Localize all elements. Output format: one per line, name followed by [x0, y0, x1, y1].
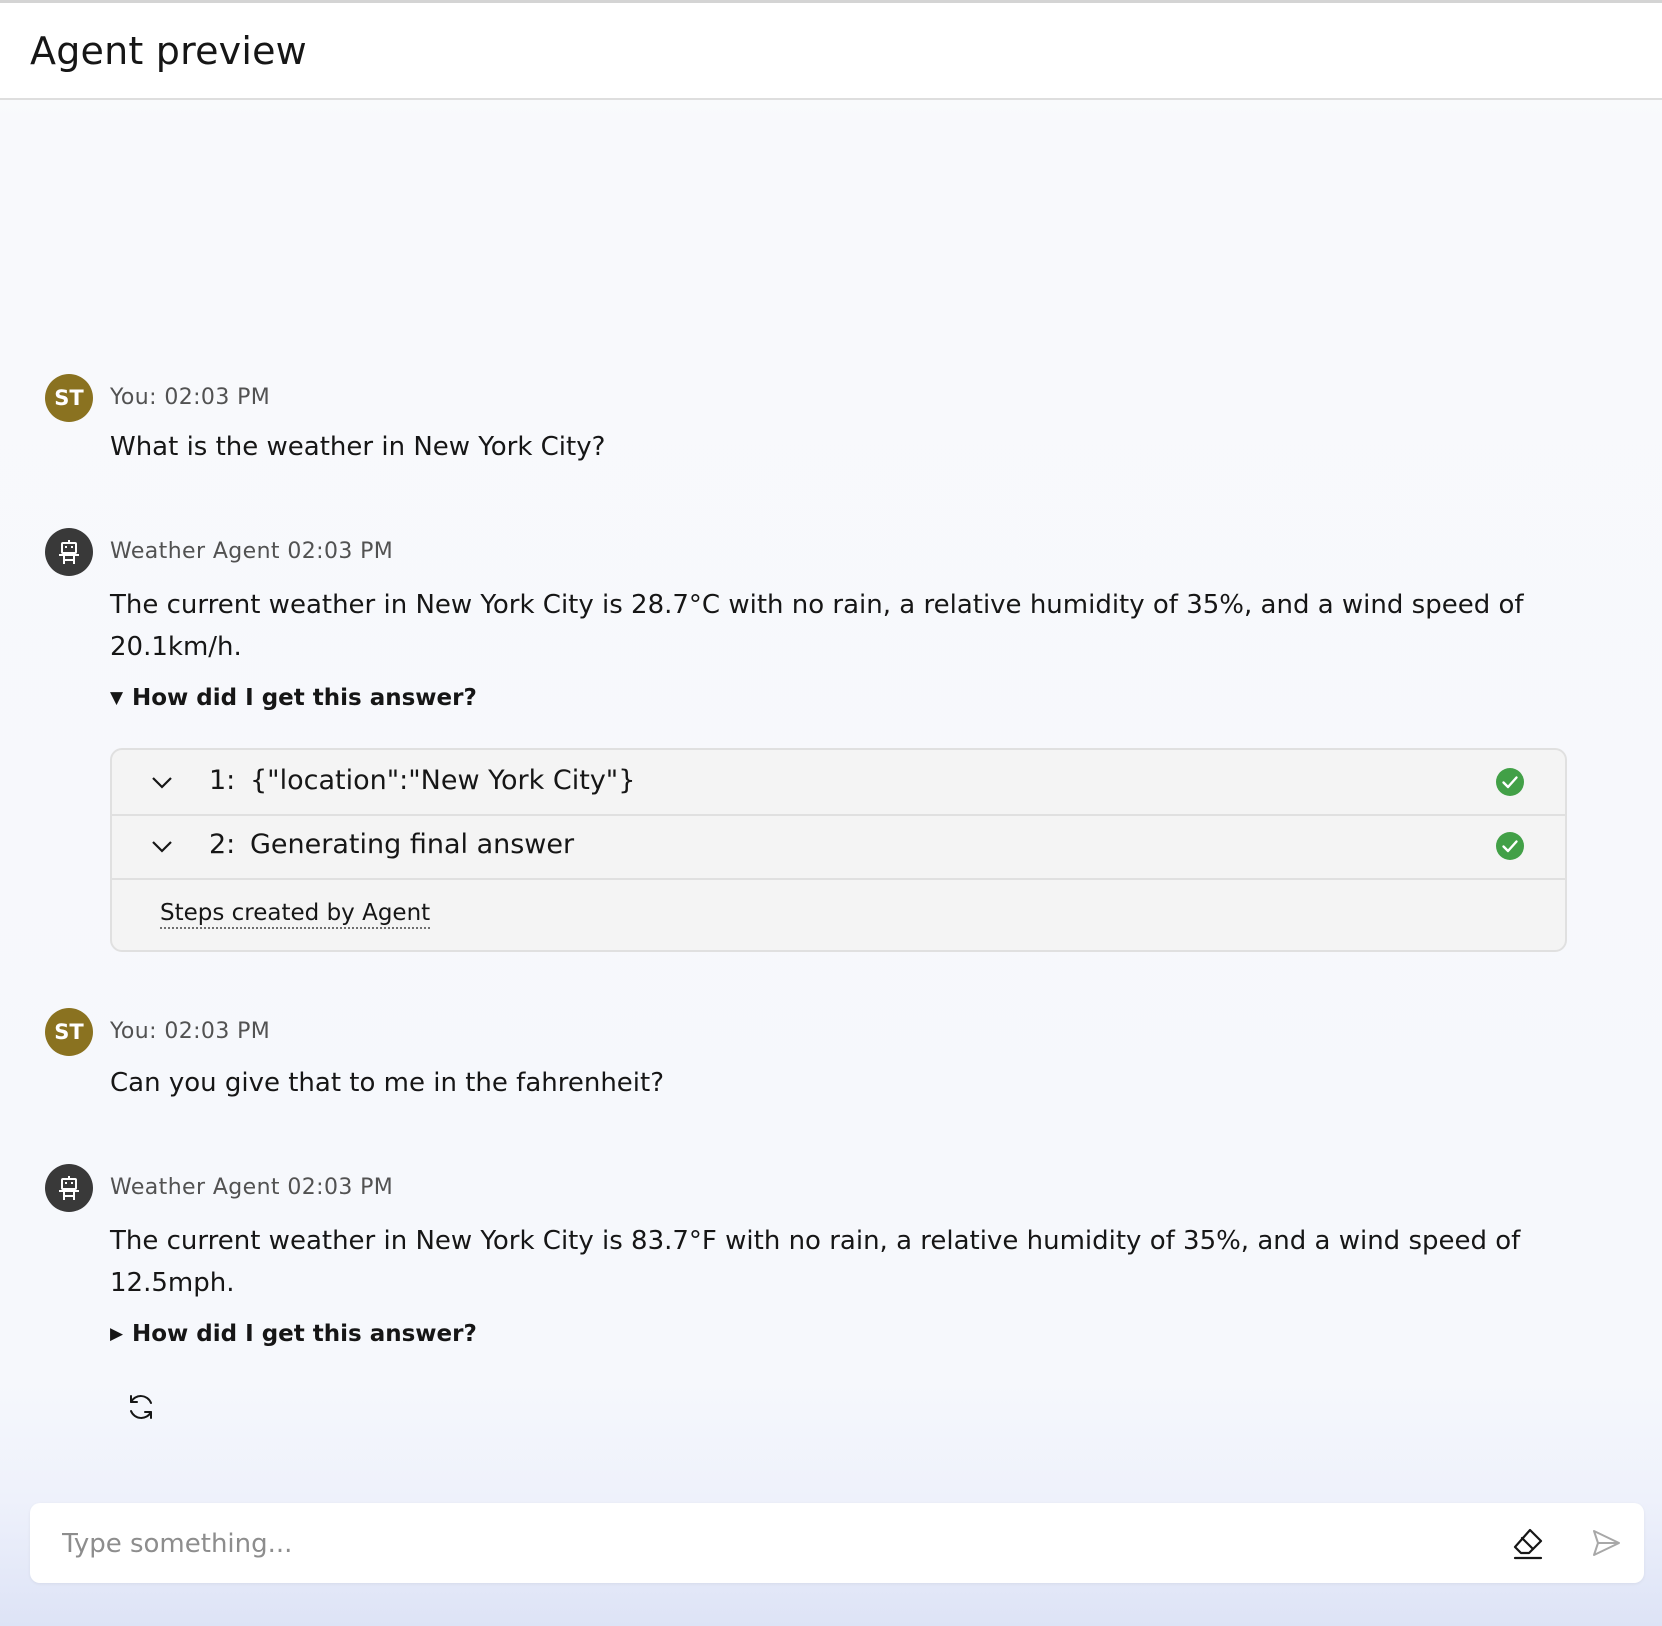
avatar: ST [45, 1008, 93, 1056]
chevron-down-icon [152, 841, 172, 853]
robot-icon [59, 540, 79, 564]
message-text: What is the weather in New York City? [110, 432, 606, 462]
chat-input[interactable] [60, 1521, 1504, 1567]
eraser-icon[interactable] [1508, 1523, 1548, 1563]
message-meta: You: 02:03 PM [110, 385, 271, 410]
steps-panel: 1: {"location":"New York City"} 2: Gener… [110, 748, 1567, 952]
step-number: 1: [209, 765, 236, 796]
chat-input-bar [30, 1503, 1644, 1583]
regenerate-icon[interactable] [124, 1390, 158, 1424]
send-icon[interactable] [1586, 1523, 1626, 1563]
message-text: Can you give that to me in the fahrenhei… [110, 1068, 665, 1098]
message-meta: You: 02:03 PM [110, 1019, 271, 1044]
robot-icon [59, 1176, 79, 1200]
message-meta: Weather Agent 02:03 PM [110, 539, 394, 564]
avatar: ST [45, 374, 93, 422]
checkmark-filled-icon [1496, 832, 1524, 860]
avatar [45, 1164, 93, 1212]
chevron-down-icon [152, 777, 172, 789]
message-meta: Weather Agent 02:03 PM [110, 1175, 394, 1200]
step-row[interactable]: 1: {"location":"New York City"} [112, 750, 1565, 816]
steps-created-by-agent-label[interactable]: Steps created by Agent [160, 900, 431, 929]
step-label: Generating final answer [250, 829, 575, 860]
message-text: The current weather in New York City is … [110, 1226, 1521, 1298]
page-title: Agent preview [30, 29, 307, 73]
step-row[interactable]: 2: Generating final answer [112, 814, 1565, 880]
how-did-i-get-this-answer-toggle[interactable]: ▼ How did I get this answer? [110, 685, 477, 711]
message-text: The current weather in New York City is … [110, 590, 1524, 662]
step-label: {"location":"New York City"} [250, 765, 636, 796]
avatar [45, 528, 93, 576]
header: Agent preview [0, 3, 1662, 100]
triangle-right-icon: ▶ [110, 1324, 124, 1344]
checkmark-filled-icon [1496, 768, 1524, 796]
step-number: 2: [209, 829, 236, 860]
how-did-i-get-this-answer-toggle[interactable]: ▶ How did I get this answer? [110, 1321, 477, 1347]
toggle-label: How did I get this answer? [132, 1321, 477, 1347]
triangle-down-icon: ▼ [110, 688, 124, 708]
toggle-label: How did I get this answer? [132, 685, 477, 711]
